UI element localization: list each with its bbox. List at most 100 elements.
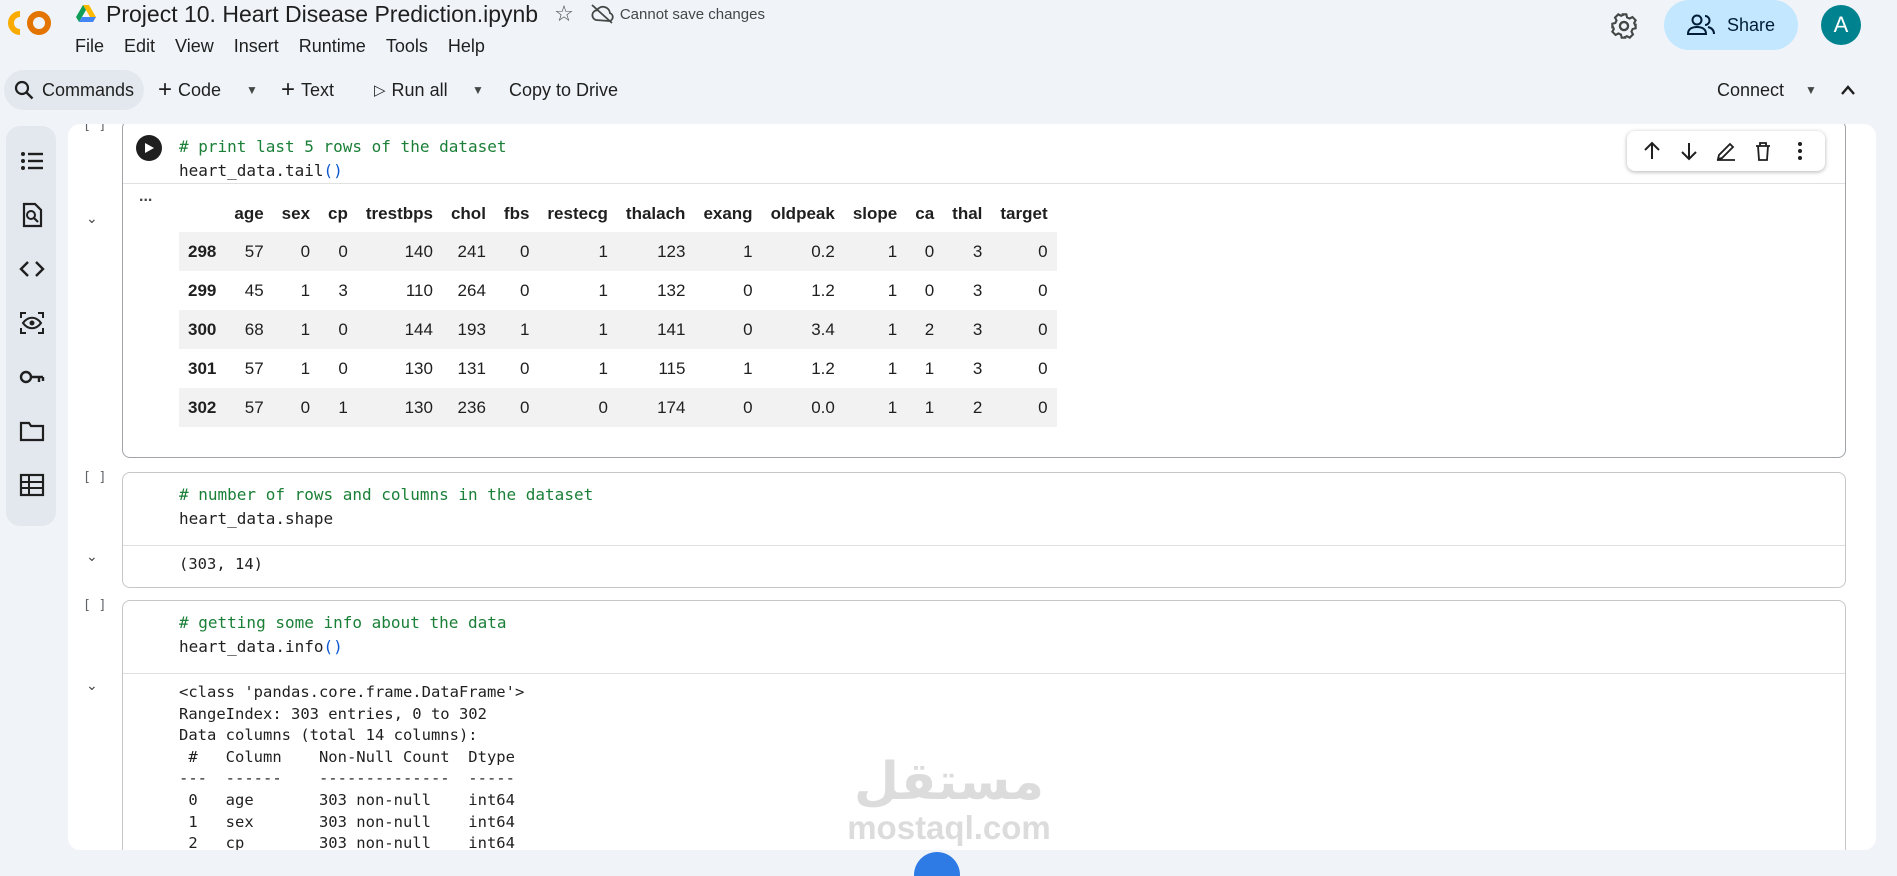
table-cell: 0 bbox=[519, 397, 530, 417]
code-comment: # getting some info about the data bbox=[179, 613, 507, 632]
table-cell: 131 bbox=[457, 358, 486, 378]
table-cell: 68 bbox=[244, 319, 264, 339]
table-cell: 0.0 bbox=[811, 397, 835, 417]
commands-button[interactable]: Commands bbox=[4, 70, 145, 110]
code-dropdown-button[interactable]: ▼ bbox=[246, 70, 258, 110]
edit-pen-icon[interactable] bbox=[1715, 140, 1737, 162]
table-cell: 123 bbox=[657, 241, 686, 261]
cell-output: (303, 14) bbox=[123, 545, 1845, 576]
menu-runtime[interactable]: Runtime bbox=[299, 36, 375, 57]
table-column-header: target bbox=[1000, 204, 1048, 223]
table-cell: 0 bbox=[924, 241, 935, 261]
table-cell: 130 bbox=[404, 358, 433, 378]
connect-label: Connect bbox=[1717, 79, 1785, 100]
text-label: Text bbox=[301, 79, 335, 100]
table-cell: 0 bbox=[1038, 358, 1048, 378]
menu-edit[interactable]: Edit bbox=[124, 36, 164, 57]
code-paren: () bbox=[323, 161, 343, 180]
settings-gear-icon[interactable] bbox=[1610, 12, 1638, 40]
code-comment: # print last 5 rows of the dataset bbox=[179, 137, 507, 156]
table-cell: 0 bbox=[338, 241, 348, 261]
code-cell-shape[interactable]: # number of rows and columns in the data… bbox=[122, 472, 1846, 588]
add-text-button[interactable]: + Text bbox=[281, 70, 334, 110]
copy-to-drive-button[interactable]: Copy to Drive bbox=[509, 70, 618, 110]
table-cell: 1 bbox=[300, 358, 311, 378]
connect-button[interactable]: Connect bbox=[1717, 70, 1784, 110]
table-cell: 0 bbox=[338, 319, 348, 339]
code-editor[interactable]: # print last 5 rows of the dataset heart… bbox=[123, 124, 1845, 183]
secrets-key-icon[interactable] bbox=[19, 364, 45, 390]
table-row-index: 300 bbox=[188, 319, 217, 339]
notebook-main-panel: [ ] ⌄ # print last 5 rows of the dataset… bbox=[68, 124, 1876, 850]
play-outline-icon: ▷ bbox=[374, 82, 386, 99]
table-cell: 241 bbox=[457, 241, 486, 261]
delete-trash-icon[interactable] bbox=[1752, 140, 1774, 162]
add-code-button[interactable]: + Code bbox=[158, 70, 221, 110]
table-column-header: cp bbox=[328, 204, 348, 223]
table-cell: 0.2 bbox=[811, 241, 835, 261]
table-cell: 132 bbox=[657, 280, 686, 300]
share-button[interactable]: Share bbox=[1664, 0, 1798, 50]
code-snippets-icon[interactable] bbox=[19, 256, 45, 282]
code-editor[interactable]: # number of rows and columns in the data… bbox=[123, 473, 1845, 531]
collapse-output-chevron-icon[interactable]: ⌄ bbox=[86, 548, 98, 565]
table-cell: 1 bbox=[598, 358, 608, 378]
menu-insert[interactable]: Insert bbox=[234, 36, 288, 57]
notebook-title[interactable]: Project 10. Heart Disease Prediction.ipy… bbox=[106, 1, 538, 28]
table-column-header: fbs bbox=[503, 204, 530, 223]
collapse-header-button[interactable] bbox=[1840, 70, 1856, 110]
menu-tools[interactable]: Tools bbox=[386, 36, 437, 57]
data-table-icon[interactable] bbox=[19, 472, 45, 498]
table-cell: 144 bbox=[404, 319, 433, 339]
table-column-header: chol bbox=[450, 204, 486, 223]
cell-output: ... age sex cp trestbps chol fbs restecg thalac… bbox=[123, 183, 1845, 457]
code-call: heart_data.info bbox=[179, 637, 324, 656]
connect-dropdown-button[interactable]: ▼ bbox=[1805, 70, 1817, 110]
commands-label: Commands bbox=[42, 79, 135, 100]
table-cell: 0 bbox=[598, 397, 608, 417]
account-avatar[interactable]: A bbox=[1821, 5, 1861, 45]
table-row: 300 68 1 0 144 193 1 1 141 0 3.4 1 2 3 0 bbox=[179, 310, 1057, 349]
table-cell: 1.2 bbox=[811, 280, 835, 300]
menu-file[interactable]: File bbox=[75, 36, 113, 57]
chevron-down-icon: ▼ bbox=[1805, 83, 1817, 97]
google-drive-icon[interactable] bbox=[76, 5, 96, 23]
menu-view[interactable]: View bbox=[175, 36, 223, 57]
star-icon[interactable]: ☆ bbox=[554, 1, 574, 27]
table-cell: 1 bbox=[338, 397, 348, 417]
menu-help[interactable]: Help bbox=[448, 36, 494, 57]
collapse-output-chevron-icon[interactable]: ⌄ bbox=[86, 677, 98, 694]
table-cell: 1 bbox=[300, 280, 311, 300]
table-cell: 264 bbox=[457, 280, 486, 300]
table-of-contents-icon[interactable] bbox=[19, 148, 45, 174]
files-folder-icon[interactable] bbox=[19, 418, 45, 444]
execution-count: [ ] bbox=[83, 124, 107, 133]
run-all-button[interactable]: ▷ Run all bbox=[374, 70, 448, 110]
watermark-latin: mostaql.com bbox=[847, 809, 1051, 846]
output-actions-ellipsis[interactable]: ... bbox=[139, 188, 152, 206]
table-body: 298 57 0 0 140 241 0 1 123 1 0.2 1 0 3 0 299 45 1 3 110 264 0… bbox=[179, 232, 1057, 427]
variables-eye-icon[interactable] bbox=[19, 310, 45, 336]
table-row-index: 302 bbox=[188, 397, 217, 417]
table-cell: 1 bbox=[924, 397, 935, 417]
floating-action-button[interactable] bbox=[914, 852, 960, 876]
table-cell: 193 bbox=[457, 319, 486, 339]
arrow-down-icon[interactable] bbox=[1678, 140, 1700, 162]
run-cell-button[interactable] bbox=[136, 135, 162, 161]
arrow-up-icon[interactable] bbox=[1641, 140, 1663, 162]
table-cell: 0 bbox=[1038, 280, 1048, 300]
colab-logo[interactable] bbox=[6, 8, 56, 38]
collapse-output-chevron-icon[interactable]: ⌄ bbox=[86, 210, 98, 227]
code-line: heart_data.shape bbox=[179, 509, 334, 528]
run-all-dropdown-button[interactable]: ▼ bbox=[472, 70, 484, 110]
table-cell: 1 bbox=[598, 241, 608, 261]
find-in-page-icon[interactable] bbox=[19, 202, 45, 228]
code-cell-tail[interactable]: # print last 5 rows of the dataset heart… bbox=[122, 124, 1846, 458]
table-cell: 3.4 bbox=[811, 319, 835, 339]
table-cell: 236 bbox=[457, 397, 486, 417]
notebook-toolbar: Commands + Code ▼ + Text ▷ Run all ▼ Cop… bbox=[0, 68, 1897, 112]
more-vert-icon[interactable] bbox=[1789, 140, 1811, 162]
code-editor[interactable]: # getting some info about the data heart… bbox=[123, 601, 1845, 659]
table-index-header bbox=[179, 196, 225, 232]
play-icon bbox=[145, 143, 154, 153]
